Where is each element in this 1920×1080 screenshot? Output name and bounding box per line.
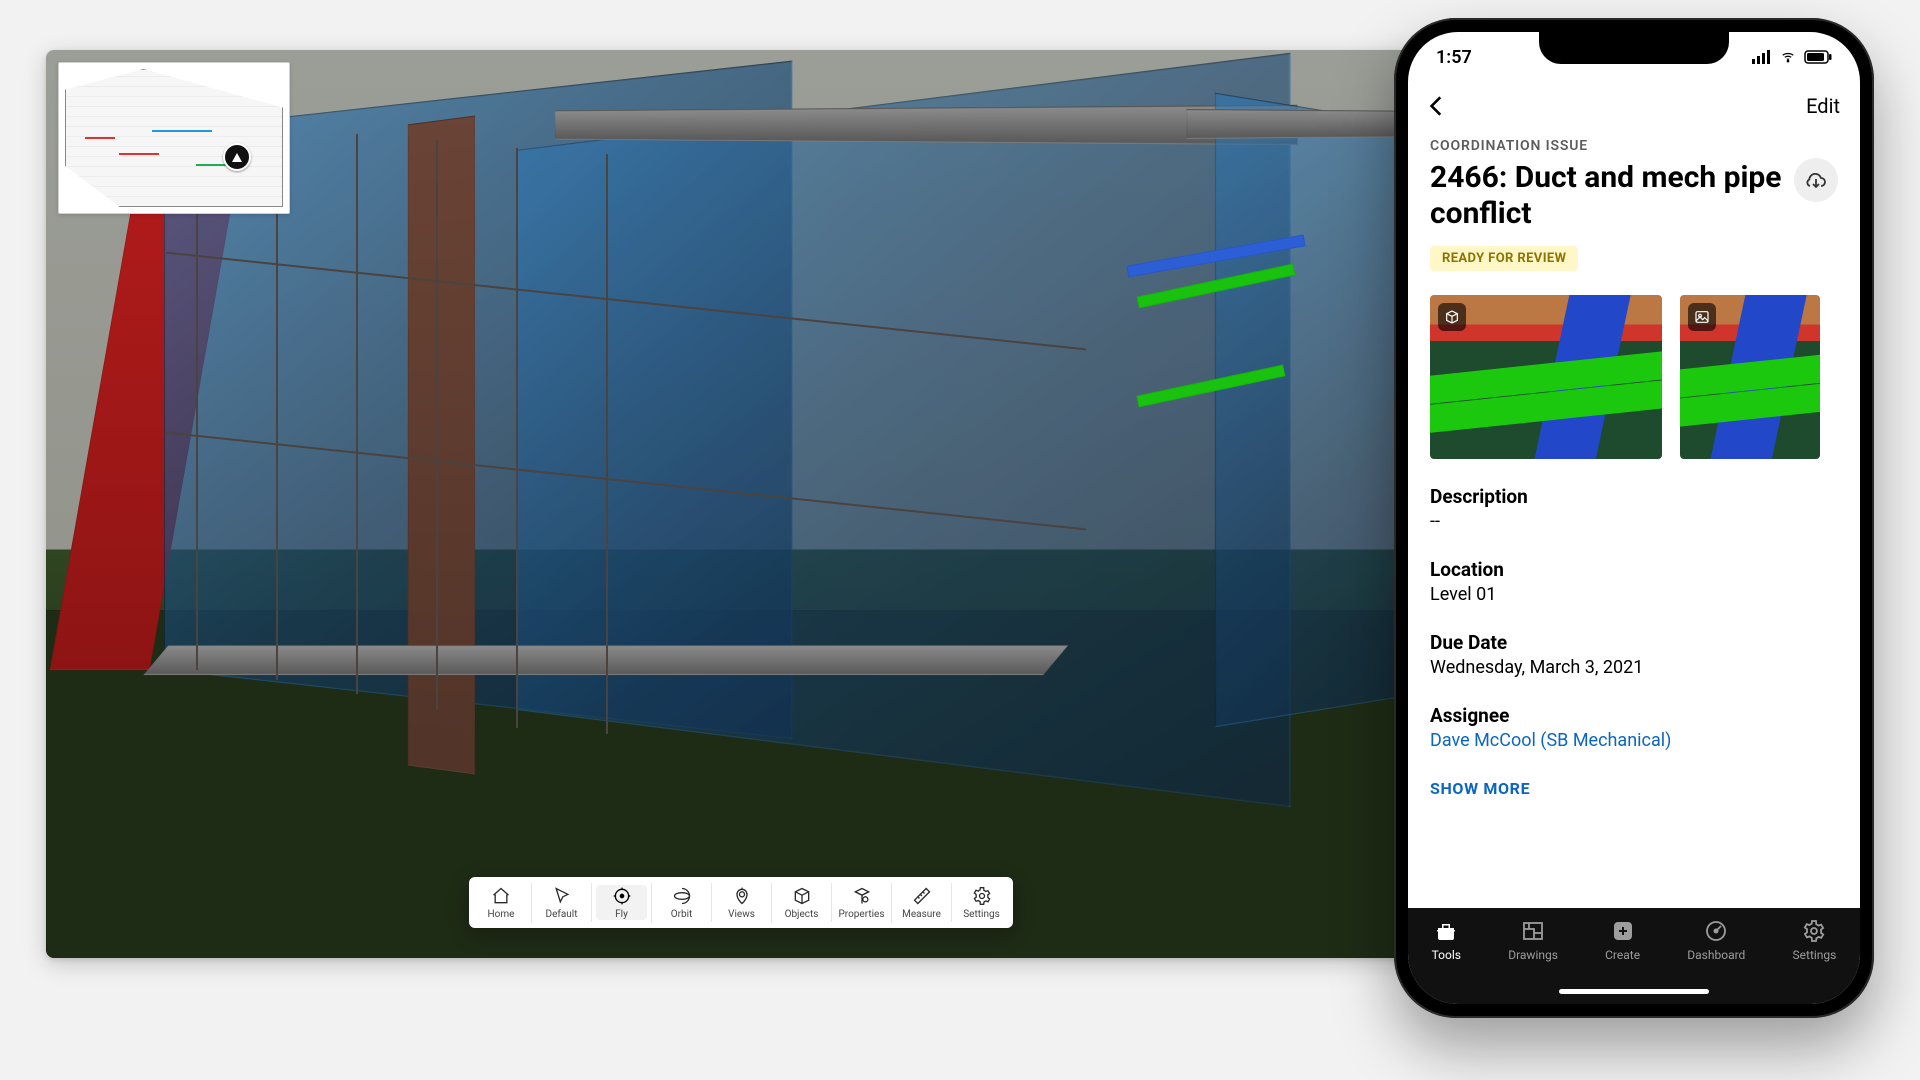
phone-screen: 1:57 Edit COORDINATION ISSUE	[1408, 32, 1860, 1004]
battery-icon	[1804, 50, 1832, 64]
floorplan-thumbnail	[65, 69, 283, 207]
chevron-left-icon	[1424, 93, 1450, 119]
cloud-download-icon	[1804, 168, 1828, 192]
cursor-icon	[551, 885, 573, 907]
toolbar-label: Home	[488, 909, 515, 920]
due-date-label: Due Date	[1430, 631, 1838, 654]
tab-label: Create	[1605, 948, 1640, 962]
toolbar-label: Properties	[838, 909, 884, 920]
section-location: Location Level 01	[1430, 558, 1838, 605]
attachment-image[interactable]	[1680, 295, 1820, 459]
section-due-date: Due Date Wednesday, March 3, 2021	[1430, 631, 1838, 678]
gauge-icon	[1703, 918, 1729, 944]
home-icon	[490, 885, 512, 907]
wifi-icon	[1778, 50, 1798, 64]
description-label: Description	[1430, 485, 1838, 508]
tab-label: Tools	[1432, 948, 1461, 962]
toolbar-label: Objects	[785, 909, 819, 920]
tab-create[interactable]: Create	[1605, 918, 1640, 962]
tab-label: Settings	[1793, 948, 1837, 962]
attachment-3d[interactable]	[1430, 295, 1662, 459]
orbit-icon	[671, 885, 693, 907]
issue-category: COORDINATION ISSUE	[1430, 138, 1838, 154]
minimap-camera-marker[interactable]	[223, 143, 251, 171]
assignee-label: Assignee	[1430, 704, 1838, 727]
signal-icon	[1752, 50, 1772, 64]
properties-icon	[851, 885, 873, 907]
tab-dashboard[interactable]: Dashboard	[1687, 918, 1745, 962]
views-icon	[731, 885, 753, 907]
tab-tools[interactable]: Tools	[1432, 918, 1461, 962]
toolbar-objects[interactable]: Objects	[771, 883, 831, 922]
model-viewer[interactable]: Home Default Fly Orbit Views	[46, 50, 1436, 958]
home-indicator[interactable]	[1559, 989, 1709, 994]
section-description: Description --	[1430, 485, 1838, 532]
show-more-button[interactable]: SHOW MORE	[1430, 779, 1530, 798]
tab-label: Dashboard	[1687, 948, 1745, 962]
toolbar-label: Measure	[902, 909, 941, 920]
tab-settings[interactable]: Settings	[1793, 918, 1837, 962]
plus-icon	[1610, 918, 1636, 944]
due-date-value: Wednesday, March 3, 2021	[1430, 657, 1838, 678]
phone-notch	[1539, 32, 1729, 64]
tab-bar: Tools Drawings Create Dashboard	[1408, 908, 1860, 1004]
toolbar-label: Fly	[615, 909, 628, 920]
minimap[interactable]	[58, 62, 290, 214]
objects-icon	[791, 885, 813, 907]
status-time: 1:57	[1436, 47, 1472, 68]
phone-mockup: 1:57 Edit COORDINATION ISSUE	[1394, 18, 1874, 1018]
cube-icon	[1438, 303, 1466, 331]
toolbar-measure[interactable]: Measure	[891, 883, 951, 922]
status-badge: READY FOR REVIEW	[1430, 246, 1578, 271]
edit-button[interactable]: Edit	[1806, 94, 1840, 118]
issue-title: 2466: Duct and mech pipe conflict	[1430, 160, 1784, 232]
toolbar-views[interactable]: Views	[711, 883, 771, 922]
attachment-thumbnails	[1430, 295, 1838, 459]
toolbar-label: Default	[546, 909, 578, 920]
gear-icon	[971, 885, 993, 907]
toolbox-icon	[1433, 918, 1459, 944]
back-button[interactable]	[1424, 93, 1450, 119]
viewer-toolbar: Home Default Fly Orbit Views	[469, 877, 1013, 928]
measure-icon	[911, 885, 933, 907]
description-value: --	[1430, 511, 1838, 532]
nav-bar: Edit	[1408, 82, 1860, 130]
location-value: Level 01	[1430, 584, 1838, 605]
toolbar-label: Views	[728, 909, 755, 920]
assignee-link[interactable]: Dave McCool (SB Mechanical)	[1430, 730, 1838, 751]
image-icon	[1688, 303, 1716, 331]
toolbar-label: Orbit	[671, 909, 693, 920]
toolbar-home[interactable]: Home	[471, 883, 531, 922]
tab-drawings[interactable]: Drawings	[1508, 918, 1558, 962]
toolbar-fly[interactable]: Fly	[591, 883, 651, 922]
fly-icon	[611, 885, 633, 907]
toolbar-orbit[interactable]: Orbit	[651, 883, 711, 922]
issue-detail: COORDINATION ISSUE 2466: Duct and mech p…	[1408, 130, 1860, 798]
tab-label: Drawings	[1508, 948, 1558, 962]
download-cloud-button[interactable]	[1794, 158, 1838, 202]
location-label: Location	[1430, 558, 1838, 581]
toolbar-settings[interactable]: Settings	[951, 883, 1011, 922]
toolbar-label: Settings	[963, 909, 1000, 920]
toolbar-default[interactable]: Default	[531, 883, 591, 922]
toolbar-properties[interactable]: Properties	[831, 883, 891, 922]
gear-icon	[1801, 918, 1827, 944]
drawings-icon	[1520, 918, 1546, 944]
section-assignee: Assignee Dave McCool (SB Mechanical)	[1430, 704, 1838, 751]
